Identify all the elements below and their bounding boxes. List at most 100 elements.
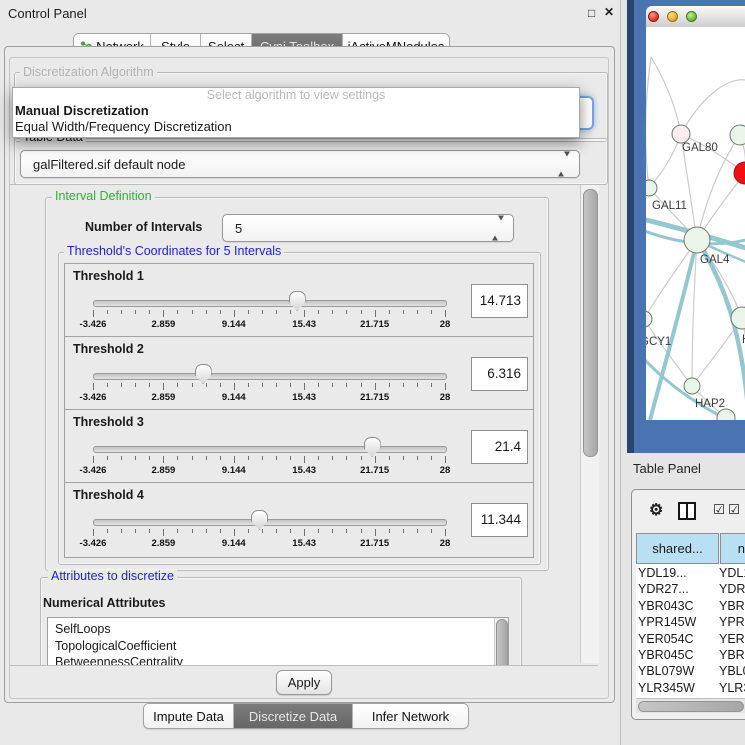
network-node[interactable] (684, 227, 710, 253)
tick-mark (403, 383, 404, 387)
table-cell: YBR0 (719, 647, 745, 663)
tick-mark (332, 383, 333, 387)
tick-label: -3.426 (80, 319, 107, 330)
table-column-header[interactable]: na (720, 533, 745, 564)
float-panel-icon[interactable]: □ (588, 6, 595, 20)
table-data-combo[interactable]: galFiltered.sif default node (20, 150, 580, 178)
table-cell: YDL1 (719, 565, 745, 581)
checkbox-checked-icon[interactable]: ☑ (713, 502, 725, 518)
tick-mark (206, 310, 207, 314)
tab-infer-network[interactable]: Infer Network (353, 704, 468, 728)
threshold-slider-thumb[interactable] (364, 437, 381, 457)
table-row[interactable]: YDL19...YDL1 (636, 565, 745, 581)
table-row[interactable]: YLR345WYLR3 (636, 680, 745, 696)
tick-mark (234, 529, 235, 536)
network-node[interactable] (734, 162, 745, 184)
tick-mark (445, 529, 446, 536)
attribute-list-item[interactable]: TopologicalCoefficient (48, 638, 508, 655)
network-edge[interactable] (646, 57, 651, 188)
tick-mark (121, 456, 122, 460)
table-cell: YPR145W (636, 615, 696, 629)
table-row[interactable]: YDR27...YDR2 (636, 581, 745, 597)
network-node[interactable] (646, 180, 657, 196)
checkbox-checked-icon[interactable]: ☑ (728, 502, 740, 518)
tick-mark (135, 529, 136, 533)
table-cell: YPR1 (719, 614, 745, 630)
tick-mark (177, 529, 178, 533)
threshold-slider-thumb[interactable] (251, 510, 268, 530)
tick-label: 21.715 (360, 392, 389, 403)
table-cell: YBR0 (719, 598, 745, 614)
tick-mark (234, 456, 235, 463)
close-window-icon[interactable] (648, 11, 659, 22)
table-cell: YDR2 (719, 581, 745, 597)
table-row[interactable]: YBL079WYBL0 (636, 663, 745, 679)
attribute-list-item[interactable]: SelfLoops (48, 621, 508, 638)
threshold-slider-track[interactable] (93, 519, 447, 526)
tick-mark (149, 383, 150, 387)
network-node[interactable] (730, 125, 745, 145)
combo-stepper-icon (492, 221, 504, 236)
zoom-window-icon[interactable] (686, 11, 697, 22)
network-node[interactable] (646, 311, 652, 327)
tick-mark (332, 456, 333, 460)
network-node[interactable] (717, 409, 735, 420)
table-column-header[interactable]: shared... (636, 533, 719, 564)
threshold-slider-thumb[interactable] (289, 291, 306, 311)
threshold-value-field[interactable]: 6.316 (471, 357, 528, 391)
threshold-slider-track[interactable] (93, 373, 447, 380)
network-node[interactable] (684, 378, 700, 394)
algorithm-option[interactable]: Equal Width/Frequency Discretization (13, 119, 579, 135)
network-edge-highlighted[interactable] (697, 240, 745, 420)
tick-label: 15.43 (292, 392, 316, 403)
tick-mark (361, 456, 362, 460)
algorithm-hint-text: Select algorithm to view settings (13, 88, 579, 103)
split-view-icon[interactable] (678, 502, 696, 520)
network-edge[interactable] (651, 57, 681, 134)
threshold-block: Threshold 4-3.4262.8599.14415.4321.71528… (64, 482, 534, 558)
tab-discretize-data[interactable]: Discretize Data (234, 704, 353, 728)
threshold-slider-thumb[interactable] (195, 364, 212, 384)
number-of-intervals-value: 5 (223, 221, 242, 236)
threshold-value-field[interactable]: 11.344 (471, 503, 528, 537)
table-row[interactable]: YBR045CYBR0 (636, 647, 745, 663)
panel-title: Control Panel (8, 6, 87, 21)
tick-mark (163, 383, 164, 390)
table-row[interactable]: YPR145W YPR1 (636, 614, 745, 630)
tick-mark (107, 310, 108, 314)
threshold-value-field[interactable]: 14.713 (471, 284, 528, 318)
list-scrollbar[interactable] (494, 618, 508, 666)
attribute-list-item[interactable]: BetweennessCentrality (48, 654, 508, 666)
threshold-block: Threshold 1-3.4262.8599.14415.4321.71528… (64, 263, 534, 339)
combo-stepper-icon (558, 157, 570, 172)
tick-label: 9.144 (222, 319, 246, 330)
tick-mark (163, 310, 164, 317)
minimize-window-icon[interactable] (667, 11, 678, 22)
interval-definition-title: Interval Definition (52, 190, 155, 203)
tick-label: 21.715 (360, 538, 389, 549)
tick-label: 28 (440, 319, 451, 330)
network-node-label: GAL4 (700, 254, 730, 266)
network-window-titlebar[interactable] (646, 6, 745, 28)
close-panel-icon[interactable]: ✕ (604, 5, 614, 19)
gear-icon[interactable]: ⚙ (649, 500, 663, 520)
tick-mark (177, 383, 178, 387)
tick-mark (389, 529, 390, 533)
threshold-slider-track[interactable] (93, 300, 447, 307)
threshold-value-field[interactable]: 21.4 (471, 430, 528, 464)
number-of-intervals-combo[interactable]: 5 (222, 214, 514, 242)
tick-mark (93, 456, 94, 463)
table-row[interactable]: YBR043CYBR0 (636, 598, 745, 614)
tick-mark (93, 310, 94, 317)
network-canvas[interactable]: GAL80GCGAL11GAL4GCY1HHAP2 (646, 27, 745, 420)
settings-scrollbar[interactable] (580, 185, 599, 663)
tick-mark (248, 310, 249, 314)
tab-impute-data[interactable]: Impute Data (144, 704, 234, 728)
algorithm-option[interactable]: Manual Discretization (13, 103, 579, 119)
network-node[interactable] (672, 125, 690, 143)
table-hscrollbar[interactable] (636, 698, 745, 713)
tick-mark (304, 310, 305, 317)
threshold-slider-track[interactable] (93, 446, 447, 453)
table-row[interactable]: YER054CYER0 (636, 631, 745, 647)
apply-button[interactable]: Apply (276, 670, 332, 695)
